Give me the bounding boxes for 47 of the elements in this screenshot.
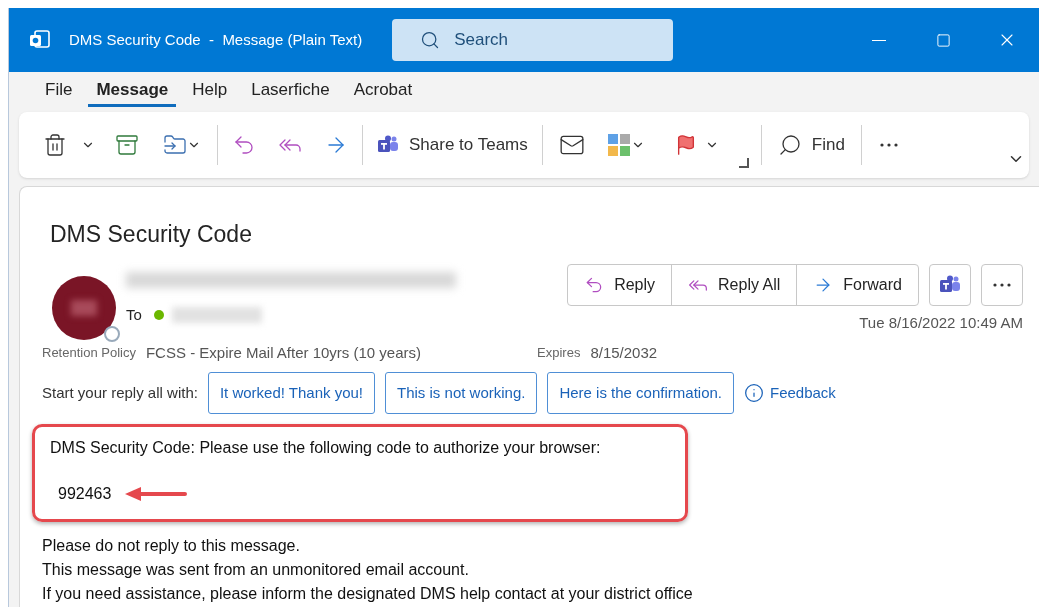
menu-tab[interactable]: Message xyxy=(88,76,177,108)
action-button[interactable]: Reply All xyxy=(671,264,797,305)
expires-label: Expires xyxy=(537,344,581,362)
find-button[interactable]: Find xyxy=(777,132,845,158)
retention-value: FCSS - Expire Mail After 10yrs (10 years) xyxy=(145,342,422,363)
more-icon xyxy=(879,143,898,147)
more-icon xyxy=(993,282,1011,287)
presence-icon xyxy=(104,325,120,342)
message-date: Tue 8/16/2022 10:49 AM xyxy=(859,312,1023,333)
maximize-icon xyxy=(935,32,951,48)
minimize-icon xyxy=(872,39,886,41)
menu-tab[interactable]: Acrobat xyxy=(345,76,421,108)
suggest-prompt: Start your reply all with: xyxy=(42,382,198,403)
security-code: 992463 xyxy=(58,484,112,504)
move-icon xyxy=(163,133,187,157)
delete-icon xyxy=(43,133,67,157)
message-subject: DMS Security Code xyxy=(50,220,253,249)
expires-value: 8/15/2032 xyxy=(590,342,658,363)
teams-button[interactable] xyxy=(929,263,971,306)
teams-icon xyxy=(377,135,399,155)
body-line: DMS Security Code: Please use the following code to authorize your browser: xyxy=(50,438,602,458)
share-to-teams-button[interactable]: Share to Teams xyxy=(377,132,528,158)
action-button[interactable]: Reply xyxy=(568,264,672,305)
menu-tab[interactable]: Help xyxy=(184,76,236,108)
retention-label: Retention Policy xyxy=(42,344,136,362)
search-field[interactable]: Search xyxy=(392,19,674,61)
body-line: If you need assistance, please inform the designated DMS help contact at your district office xyxy=(42,584,694,604)
archive-icon xyxy=(115,133,139,157)
to-label: To xyxy=(126,304,142,325)
action-button[interactable]: Forward xyxy=(796,264,918,305)
suggested-reply-button[interactable]: It worked! Thank you! xyxy=(207,372,376,414)
suggested-reply-button[interactable]: This is not working. xyxy=(385,372,538,414)
arrow-icon xyxy=(123,486,190,502)
grid-icon xyxy=(606,133,631,157)
categorize-button[interactable] xyxy=(606,133,645,157)
body-line: This message was sent from an unmonitored email account. xyxy=(42,560,470,580)
expand-icon[interactable] xyxy=(738,158,749,168)
feedback-link[interactable]: Feedback xyxy=(744,381,836,405)
body-line: Please do not reply to this message. xyxy=(42,536,301,556)
search-icon xyxy=(420,30,441,50)
menu-tab[interactable]: Laserfiche xyxy=(243,76,338,108)
window-title: DMS Security Code - Message (Plain Text) xyxy=(69,29,363,50)
teams-icon xyxy=(939,274,961,295)
suggested-reply-button[interactable]: Here is the confirmation. xyxy=(547,372,734,414)
info-icon xyxy=(744,383,764,403)
outlook-icon xyxy=(29,29,51,51)
menu-tab[interactable]: File xyxy=(37,76,81,108)
